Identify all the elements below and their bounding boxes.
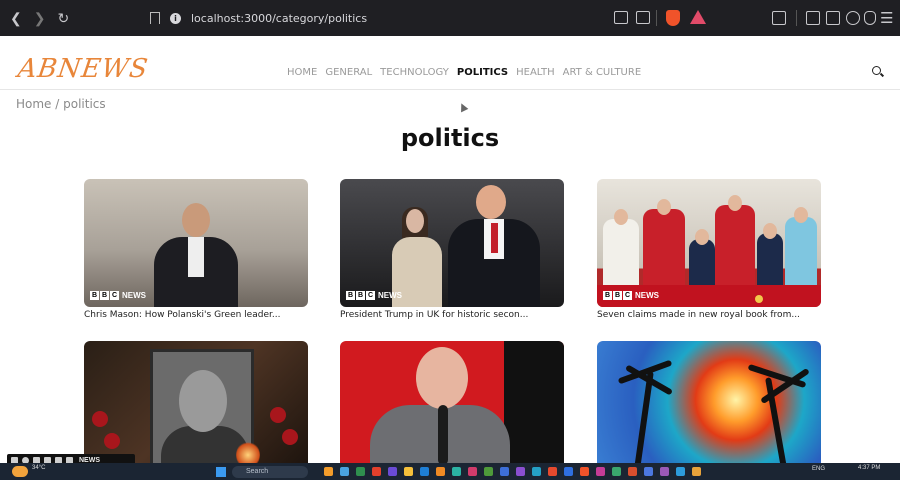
page-title: politics [400, 124, 500, 152]
app-icon[interactable] [388, 467, 397, 476]
tabs-icon[interactable] [826, 11, 840, 25]
mouse-cursor-icon [457, 101, 469, 113]
site-header: ABNEWS HOME GENERAL TECHNOLOGY POLITICS … [0, 48, 900, 90]
nav-technology[interactable]: TECHNOLOGY [380, 67, 449, 78]
reload-icon[interactable]: ↻ [57, 9, 69, 27]
article-image[interactable] [84, 341, 308, 469]
article-image[interactable] [597, 341, 821, 469]
app-icon[interactable] [436, 467, 445, 476]
nav-art-culture[interactable]: ART & CULTURE [563, 67, 642, 78]
bookmark-icon[interactable] [150, 12, 160, 24]
clock[interactable]: 4:37 PM [858, 465, 880, 472]
site-info-icon[interactable]: i [170, 12, 181, 24]
weather-icon[interactable] [12, 466, 28, 477]
nav-politics[interactable]: POLITICS [457, 67, 508, 78]
brave-shields-icon[interactable] [666, 10, 680, 26]
article-card[interactable]: BBC NEWS Seven claims made in new royal … [597, 179, 821, 320]
article-title[interactable]: President Trump in UK for historic secon… [340, 310, 564, 320]
nav-general[interactable]: GENERAL [325, 67, 372, 78]
app-icon[interactable] [500, 467, 509, 476]
share-icon[interactable] [636, 11, 650, 24]
weather-text[interactable]: 34°C [32, 465, 45, 472]
vpn-icon[interactable] [864, 11, 876, 25]
person-figure [448, 185, 540, 307]
bbc-news-logo: BBC NEWS [603, 291, 659, 300]
person-figure [416, 347, 468, 409]
taskbar-search[interactable]: Search [232, 466, 308, 478]
nav-home[interactable]: HOME [287, 67, 317, 78]
bbc-news-label: NEWS [122, 291, 146, 300]
app-icon[interactable] [516, 467, 525, 476]
windows-start-icon[interactable] [216, 467, 226, 477]
article-card[interactable] [84, 341, 308, 472]
app-icon[interactable] [356, 467, 365, 476]
app-icon[interactable] [660, 467, 669, 476]
site-logo[interactable]: ABNEWS [16, 54, 150, 84]
app-icon[interactable] [468, 467, 477, 476]
app-icon[interactable] [420, 467, 429, 476]
app-icon[interactable] [484, 467, 493, 476]
app-icon[interactable] [372, 467, 381, 476]
cast-icon[interactable] [614, 11, 628, 24]
bbc-news-label: NEWS [635, 291, 659, 300]
divider [796, 10, 797, 26]
article-card[interactable] [597, 341, 821, 472]
article-image[interactable]: BBC NEWS [84, 179, 308, 307]
bbc-news-label: NEWS [378, 291, 402, 300]
app-icon[interactable] [628, 467, 637, 476]
bbc-news-logo: BBC NEWS [346, 291, 402, 300]
app-icon[interactable] [692, 467, 701, 476]
back-icon[interactable]: ❮ [10, 9, 22, 27]
app-icon[interactable] [596, 467, 605, 476]
person-figure [154, 203, 238, 307]
article-image[interactable]: BBC NEWS [340, 179, 564, 307]
extensions-icon[interactable] [846, 11, 860, 25]
sidebar-icon[interactable] [806, 11, 820, 25]
app-icon[interactable] [580, 467, 589, 476]
browser-nav: ❮ ❯ ↻ [10, 9, 69, 27]
article-image[interactable] [340, 341, 564, 469]
app-icon[interactable] [676, 467, 685, 476]
article-image[interactable]: BBC NEWS [597, 179, 821, 307]
app-icon[interactable] [532, 467, 541, 476]
article-card[interactable]: BBC NEWS Chris Mason: How Polanski's Gre… [84, 179, 308, 320]
app-icon[interactable] [612, 467, 621, 476]
app-icon[interactable] [324, 467, 333, 476]
app-icon[interactable] [404, 467, 413, 476]
main-nav: HOME GENERAL TECHNOLOGY POLITICS HEALTH … [287, 67, 641, 78]
bbc-news-logo: BBC NEWS [90, 291, 146, 300]
nav-health[interactable]: HEALTH [516, 67, 555, 78]
app-icon[interactable] [564, 467, 573, 476]
app-icon[interactable] [452, 467, 461, 476]
tray-language[interactable]: ENG [812, 466, 825, 472]
forward-icon[interactable]: ❯ [34, 9, 46, 27]
app-icon[interactable] [644, 467, 653, 476]
divider [656, 10, 657, 26]
article-card[interactable] [340, 341, 564, 472]
taskbar: 34°C Search ENG 4:37 PM [0, 463, 900, 480]
breadcrumb[interactable]: Home / politics [16, 97, 106, 111]
app-icon[interactable] [340, 467, 349, 476]
search-icon[interactable] [872, 66, 881, 75]
article-card[interactable]: BBC NEWS President Trump in UK for histo… [340, 179, 564, 320]
browser-toolbar: ❮ ❯ ↻ i localhost:3000/category/politics… [0, 0, 900, 36]
microphone-icon [438, 405, 448, 465]
menu-icon[interactable]: ☰ [880, 9, 893, 27]
app-icon[interactable] [548, 467, 557, 476]
article-title[interactable]: Chris Mason: How Polanski's Green leader… [84, 310, 308, 320]
brave-rewards-icon[interactable] [690, 10, 706, 24]
article-title[interactable]: Seven claims made in new royal book from… [597, 310, 821, 320]
tab-icon[interactable] [772, 11, 786, 25]
